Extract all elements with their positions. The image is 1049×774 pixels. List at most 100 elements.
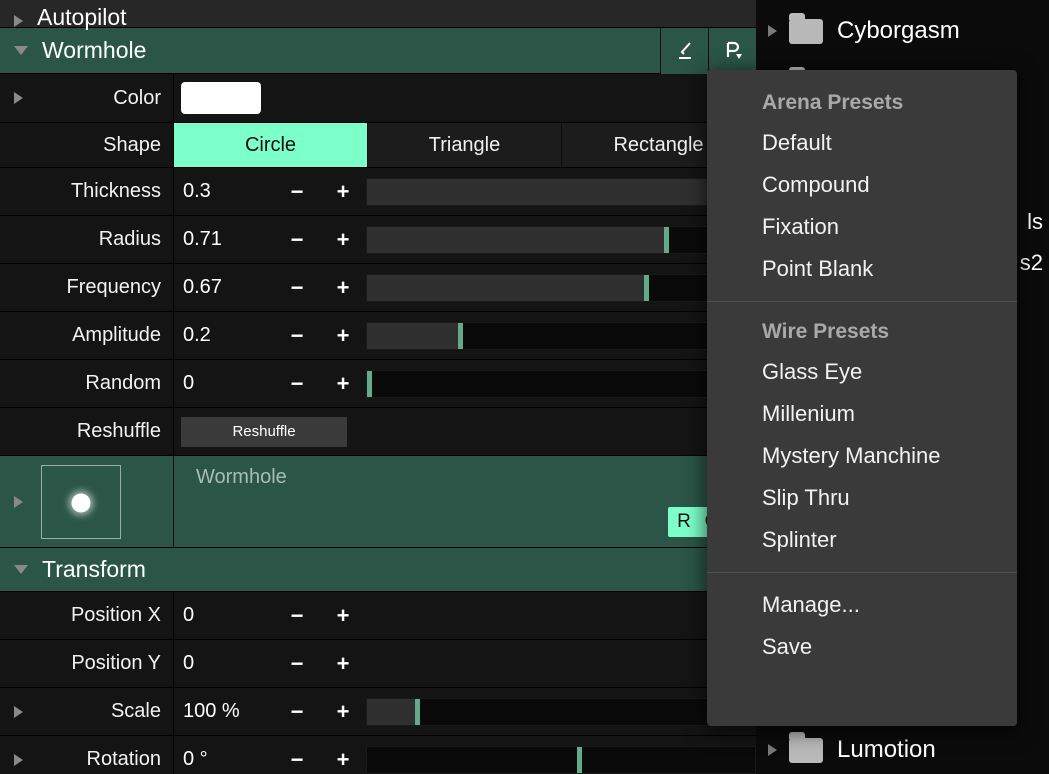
menu-item-slip-thru[interactable]: Slip Thru	[707, 477, 1017, 519]
value-field[interactable]: 100 %	[174, 700, 274, 723]
chevron-right-icon[interactable]	[768, 25, 777, 37]
row-value-cell: 100 % − +	[174, 688, 756, 735]
chevron-right-icon[interactable]	[768, 744, 777, 756]
row-value-cell: 0.3 − +	[174, 168, 756, 215]
slider-handle[interactable]	[664, 227, 669, 253]
menu-item-default[interactable]: Default	[707, 122, 1017, 164]
decrement-button[interactable]: −	[274, 699, 320, 725]
menu-item-point-blank[interactable]: Point Blank	[707, 248, 1017, 290]
decrement-button[interactable]: −	[274, 275, 320, 301]
value-field[interactable]: 0	[174, 652, 274, 675]
slider-track[interactable]	[366, 370, 756, 398]
properties-panel: Autopilot Wormhole Color	[0, 0, 756, 774]
row-label: Position Y	[71, 652, 161, 675]
chevron-right-icon[interactable]	[14, 706, 23, 718]
menu-item-manage[interactable]: Manage...	[707, 584, 1017, 626]
slider-track[interactable]	[366, 274, 756, 302]
menu-item-mystery-manchine[interactable]: Mystery Manchine	[707, 435, 1017, 477]
section-wormhole[interactable]: Wormhole	[0, 28, 756, 74]
increment-button[interactable]: +	[320, 227, 366, 253]
channel-r[interactable]: R	[670, 511, 698, 533]
row-value-cell	[174, 74, 756, 122]
row-layer-preview: Wormhole R G B	[0, 456, 756, 548]
menu-item-splinter[interactable]: Splinter	[707, 519, 1017, 561]
slider-handle[interactable]	[644, 275, 649, 301]
chevron-right-icon[interactable]	[14, 496, 23, 508]
slider-track[interactable]	[366, 322, 756, 350]
preset-dropdown-icon[interactable]	[708, 28, 756, 74]
chevron-down-icon[interactable]	[14, 565, 28, 574]
row-label-cell: Frequency	[0, 264, 174, 311]
row-rotation: Rotation 0 ° − +	[0, 736, 756, 774]
row-label: Scale	[111, 700, 161, 723]
increment-button[interactable]: +	[320, 179, 366, 205]
row-value-cell: 0 − +	[174, 640, 756, 687]
decrement-button[interactable]: −	[274, 179, 320, 205]
increment-button[interactable]: +	[320, 651, 366, 677]
color-swatch[interactable]	[181, 82, 261, 114]
value-field[interactable]: 0.67	[174, 276, 274, 299]
decrement-button[interactable]: −	[274, 651, 320, 677]
increment-button[interactable]: +	[320, 699, 366, 725]
slider-handle[interactable]	[458, 323, 463, 349]
row-position-y: Position Y 0 − +	[0, 640, 756, 688]
menu-item-save[interactable]: Save	[707, 626, 1017, 668]
value-field[interactable]: 0.2	[174, 324, 274, 347]
tree-item-cyborgasm[interactable]: Cyborgasm	[756, 4, 1049, 58]
tree-item-label: Cyborgasm	[837, 17, 960, 45]
slider-track[interactable]	[366, 226, 756, 254]
value-field[interactable]: 0	[174, 604, 274, 627]
menu-item-compound[interactable]: Compound	[707, 164, 1017, 206]
increment-button[interactable]: +	[320, 275, 366, 301]
slider-handle[interactable]	[415, 699, 420, 725]
row-value-cell: 0.71 − +	[174, 216, 756, 263]
decrement-button[interactable]: −	[274, 323, 320, 349]
row-label-cell: Scale	[0, 688, 174, 735]
increment-button[interactable]: +	[320, 371, 366, 397]
decrement-button[interactable]: −	[274, 747, 320, 773]
folder-icon	[789, 738, 823, 763]
layer-thumbnail[interactable]	[41, 465, 121, 539]
chevron-right-icon[interactable]	[14, 15, 23, 27]
decrement-button[interactable]: −	[274, 227, 320, 253]
tree-item-lumotion[interactable]: Lumotion	[756, 723, 936, 774]
menu-item-fixation[interactable]: Fixation	[707, 206, 1017, 248]
row-label-cell: Color	[0, 74, 174, 122]
slider-track[interactable]	[366, 178, 756, 206]
value-field[interactable]: 0.3	[174, 180, 274, 203]
increment-button[interactable]: +	[320, 323, 366, 349]
chevron-right-icon[interactable]	[14, 754, 23, 766]
section-transform[interactable]: Transform	[0, 548, 756, 592]
decrement-button[interactable]: −	[274, 371, 320, 397]
chevron-right-icon[interactable]	[14, 92, 23, 104]
section-label: Autopilot	[33, 4, 127, 31]
reshuffle-button[interactable]: Reshuffle	[181, 417, 347, 447]
slider-track[interactable]	[366, 698, 756, 726]
value-field[interactable]: 0	[174, 372, 274, 395]
row-label-cell: Reshuffle	[0, 408, 174, 455]
row-shape: Shape Circle Triangle Rectangle	[0, 123, 756, 168]
slider-track[interactable]	[366, 746, 756, 774]
preview-info-cell: Wormhole R G B	[174, 456, 756, 547]
value-field[interactable]: 0 °	[174, 748, 274, 771]
row-label: Position X	[71, 604, 161, 627]
layer-title: Wormhole	[196, 466, 756, 489]
row-label: Frequency	[67, 276, 162, 299]
pen-edit-icon[interactable]	[660, 28, 708, 74]
menu-item-millenium[interactable]: Millenium	[707, 393, 1017, 435]
increment-button[interactable]: +	[320, 747, 366, 773]
menu-item-glass-eye[interactable]: Glass Eye	[707, 351, 1017, 393]
slider-fill	[367, 699, 417, 725]
row-label: Random	[85, 372, 161, 395]
section-autopilot[interactable]: Autopilot	[0, 0, 756, 28]
slider-handle[interactable]	[367, 371, 372, 397]
shape-option-triangle[interactable]: Triangle	[368, 123, 562, 167]
shape-option-circle[interactable]: Circle	[174, 123, 368, 167]
slider-fill	[367, 275, 646, 301]
chevron-down-icon[interactable]	[14, 46, 28, 55]
section-label: Wormhole	[38, 37, 146, 64]
decrement-button[interactable]: −	[274, 603, 320, 629]
increment-button[interactable]: +	[320, 603, 366, 629]
value-field[interactable]: 0.71	[174, 228, 274, 251]
slider-handle[interactable]	[577, 747, 582, 773]
